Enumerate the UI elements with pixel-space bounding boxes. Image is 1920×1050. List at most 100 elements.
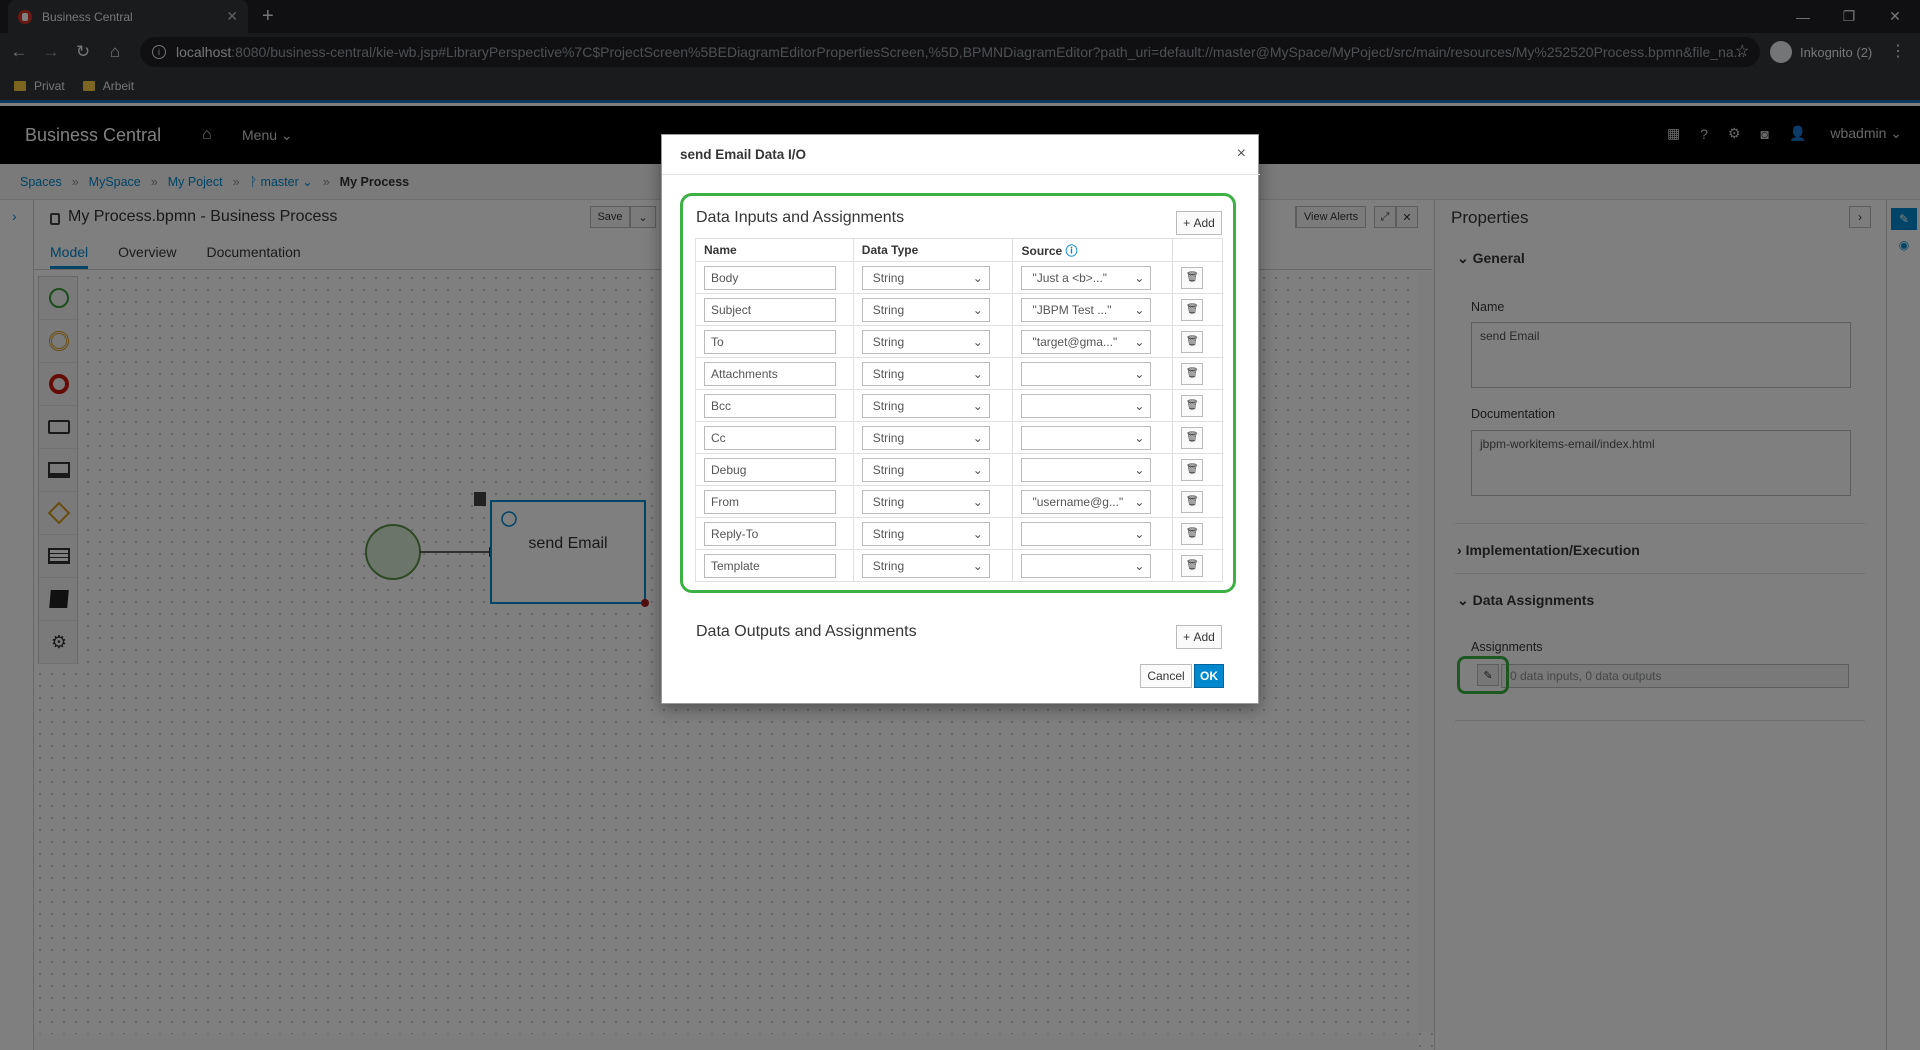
source-cell: ⌄ [1012,357,1174,390]
chevron-down-icon: ⌄ [972,494,983,509]
delete-row-button[interactable]: 🗑 [1181,426,1204,449]
type-cell: String ⌄ [852,357,1014,390]
source-value: "target@gma..." [1032,334,1118,349]
name-cell: Body [695,261,854,294]
name-cell: From [695,485,854,518]
data-type-value: String [872,430,905,445]
table-row: To String ⌄ "target@gma..." ⌄ 🗑 [695,325,1223,358]
data-type-select[interactable]: String ⌄ [861,329,990,354]
plus-icon: + [1183,216,1191,230]
type-cell: String ⌄ [852,389,1014,422]
actions-cell: 🗑 [1172,293,1223,326]
trash-icon: 🗑 [1185,528,1199,539]
source-select[interactable]: ⌄ [1021,457,1152,482]
source-cell: "JBPM Test ..." ⌄ [1012,293,1174,326]
source-select[interactable]: ⌄ [1021,361,1152,386]
type-cell: String ⌄ [852,421,1014,454]
delete-row-button[interactable]: 🗑 [1181,490,1204,513]
input-name-field[interactable]: Body [704,265,836,290]
chevron-down-icon: ⌄ [972,270,983,285]
input-name-field[interactable]: Attachments [704,361,836,386]
input-name-field[interactable]: To [704,329,836,354]
trash-icon: 🗑 [1185,464,1199,475]
chevron-down-icon: ⌄ [972,398,983,413]
chevron-down-icon: ⌄ [1134,302,1145,317]
data-type-select[interactable]: String ⌄ [861,553,990,578]
input-name-field[interactable]: From [704,489,836,514]
input-name-field[interactable]: Bcc [704,393,836,418]
input-name-field[interactable]: Reply-To [704,521,836,546]
table-row: Body String ⌄ "Just a <b>..." ⌄ 🗑 [695,261,1223,294]
data-type-select[interactable]: String ⌄ [861,521,990,546]
data-type-value: String [872,334,905,349]
actions-cell: 🗑 [1172,517,1223,550]
close-icon[interactable]: × [1237,145,1246,163]
column-actions [1172,238,1223,262]
source-cell: ⌄ [1012,549,1174,582]
source-select[interactable]: "username@g..." ⌄ [1021,489,1152,514]
type-cell: String ⌄ [852,453,1014,486]
ok-button[interactable]: OK [1194,664,1224,688]
delete-row-button[interactable]: 🗑 [1181,362,1204,385]
dialog-header: send Email Data I/O × [662,135,1260,175]
source-select[interactable]: ⌄ [1021,393,1152,418]
source-select[interactable]: "Just a <b>..." ⌄ [1021,265,1152,290]
input-name-field[interactable]: Subject [704,297,836,322]
actions-cell: 🗑 [1172,549,1223,582]
data-type-value: String [872,398,905,413]
actions-cell: 🗑 [1172,357,1223,390]
name-cell: To [695,325,854,358]
type-cell: String ⌄ [852,293,1014,326]
add-output-button[interactable]: + Add [1176,625,1222,649]
input-name-field[interactable]: Template [704,553,836,578]
trash-icon: 🗑 [1185,368,1199,379]
data-type-select[interactable]: String ⌄ [861,393,990,418]
source-select[interactable]: ⌄ [1021,425,1152,450]
data-type-value: String [872,494,905,509]
actions-cell: 🗑 [1172,389,1223,422]
delete-row-button[interactable]: 🗑 [1181,298,1204,321]
chevron-down-icon: ⌄ [972,558,983,573]
delete-row-button[interactable]: 🗑 [1181,458,1204,481]
add-input-button[interactable]: + Add [1176,211,1222,235]
name-cell: Debug [695,453,854,486]
input-name-field[interactable]: Debug [704,457,836,482]
data-type-select[interactable]: String ⌄ [861,489,990,514]
column-source: Source ⓘ [1012,238,1174,262]
column-data-type: Data Type [852,238,1014,262]
data-type-select[interactable]: String ⌄ [861,361,990,386]
actions-cell: 🗑 [1172,325,1223,358]
data-type-value: String [872,366,905,381]
source-select[interactable]: ⌄ [1021,521,1152,546]
cancel-button[interactable]: Cancel [1140,664,1192,688]
chevron-down-icon: ⌄ [1134,558,1145,573]
data-type-select[interactable]: String ⌄ [861,297,990,322]
delete-row-button[interactable]: 🗑 [1181,394,1204,417]
source-select[interactable]: ⌄ [1021,553,1152,578]
chevron-down-icon: ⌄ [972,526,983,541]
data-type-value: String [872,462,905,477]
data-type-select[interactable]: String ⌄ [861,265,990,290]
add-label: Add [1193,216,1215,230]
outputs-title: Data Outputs and Assignments [696,623,917,640]
name-cell: Reply-To [695,517,854,550]
data-io-dialog: send Email Data I/O × Data Inputs and As… [661,134,1260,704]
trash-icon: 🗑 [1185,272,1199,283]
name-cell: Attachments [695,357,854,390]
data-type-select[interactable]: String ⌄ [861,457,990,482]
input-name-field[interactable]: Cc [704,425,836,450]
actions-cell: 🗑 [1172,485,1223,518]
type-cell: String ⌄ [852,485,1014,518]
chevron-down-icon: ⌄ [1134,526,1145,541]
source-select[interactable]: "JBPM Test ..." ⌄ [1021,297,1152,322]
delete-row-button[interactable]: 🗑 [1181,522,1204,545]
column-name: Name [695,238,854,262]
info-icon[interactable]: ⓘ [1066,244,1078,258]
delete-row-button[interactable]: 🗑 [1181,330,1204,353]
delete-row-button[interactable]: 🗑 [1181,554,1204,577]
data-type-select[interactable]: String ⌄ [861,425,990,450]
chevron-down-icon: ⌄ [1134,270,1145,285]
trash-icon: 🗑 [1185,400,1199,411]
delete-row-button[interactable]: 🗑 [1181,266,1204,289]
source-select[interactable]: "target@gma..." ⌄ [1021,329,1152,354]
